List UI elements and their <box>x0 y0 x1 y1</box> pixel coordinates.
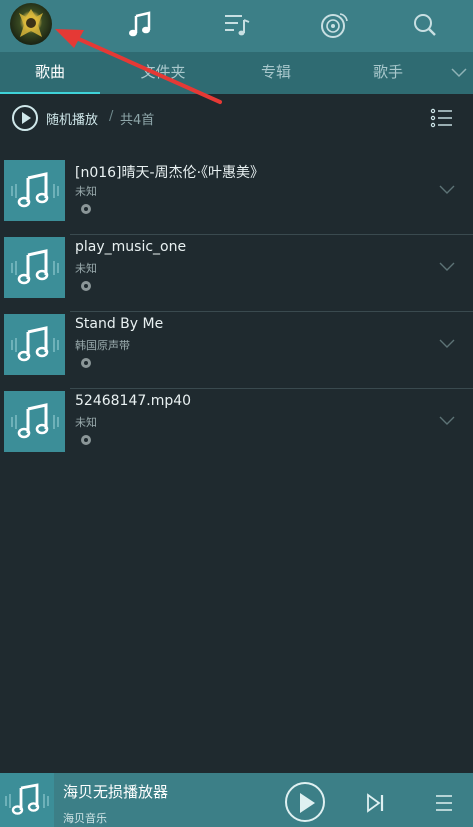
album-cover-icon <box>4 391 65 452</box>
list-item[interactable]: play_music_one 未知 <box>0 235 473 312</box>
next-track-icon[interactable] <box>365 792 385 814</box>
album-cover-icon <box>4 160 65 221</box>
separator: / <box>109 109 114 124</box>
list-item[interactable]: Stand By Me 韩国原声带 <box>0 312 473 389</box>
search-icon[interactable] <box>410 10 440 40</box>
disc-badge-icon <box>81 358 91 368</box>
top-navigation-bar <box>0 0 473 52</box>
list-item[interactable]: [n016]晴天-周杰伦·《叶惠美》 未知 <box>0 158 473 235</box>
play-circle-icon[interactable] <box>12 105 38 131</box>
now-playing-cover-icon[interactable] <box>0 773 54 827</box>
shuffle-play-row[interactable]: 随机播放 / 共4首 <box>0 94 473 144</box>
chevron-down-icon[interactable] <box>438 413 456 427</box>
song-artist: 未知 <box>75 262 97 275</box>
song-artist: 韩国原声带 <box>75 339 130 352</box>
chevron-down-icon[interactable] <box>438 182 456 196</box>
now-playing-title: 海贝无损播放器 <box>63 783 169 801</box>
list-manage-icon[interactable] <box>430 107 454 129</box>
album-cover-icon <box>4 237 65 298</box>
play-button[interactable] <box>285 782 325 822</box>
song-artist: 未知 <box>75 416 97 429</box>
category-tabs: 歌曲 文件夹 专辑 歌手 <box>0 52 473 94</box>
playlist-icon[interactable] <box>222 10 252 40</box>
radio-disc-icon[interactable] <box>319 10 349 40</box>
shuffle-play-label[interactable]: 随机播放 <box>46 109 98 128</box>
song-title: play_music_one <box>75 239 187 255</box>
tab-albums[interactable]: 专辑 <box>226 52 326 92</box>
disc-badge-icon <box>81 435 91 445</box>
music-note-icon[interactable] <box>125 10 155 40</box>
chevron-down-icon[interactable] <box>450 58 468 86</box>
disc-badge-icon <box>81 281 91 291</box>
album-cover-icon <box>4 314 65 375</box>
song-title: [n016]晴天-周杰伦·《叶惠美》 <box>75 165 265 181</box>
avatar[interactable] <box>10 3 52 45</box>
now-playing-subtitle: 海贝音乐 <box>63 812 107 825</box>
chevron-down-icon[interactable] <box>438 259 456 273</box>
tab-folders[interactable]: 文件夹 <box>113 52 213 92</box>
queue-list-icon[interactable] <box>433 791 455 815</box>
list-item[interactable]: 52468147.mp40 未知 <box>0 389 473 466</box>
song-list: [n016]晴天-周杰伦·《叶惠美》 未知 play_music_one 未知 … <box>0 158 473 466</box>
disc-badge-icon <box>81 204 91 214</box>
chevron-down-icon[interactable] <box>438 336 456 350</box>
song-count: 共4首 <box>120 113 155 128</box>
song-title: Stand By Me <box>75 316 164 332</box>
tab-songs[interactable]: 歌曲 <box>0 52 100 92</box>
song-title: 52468147.mp40 <box>75 393 192 409</box>
mini-player[interactable]: 海贝无损播放器 海贝音乐 <box>0 773 473 827</box>
song-artist: 未知 <box>75 185 97 198</box>
tab-artists[interactable]: 歌手 <box>338 52 438 92</box>
